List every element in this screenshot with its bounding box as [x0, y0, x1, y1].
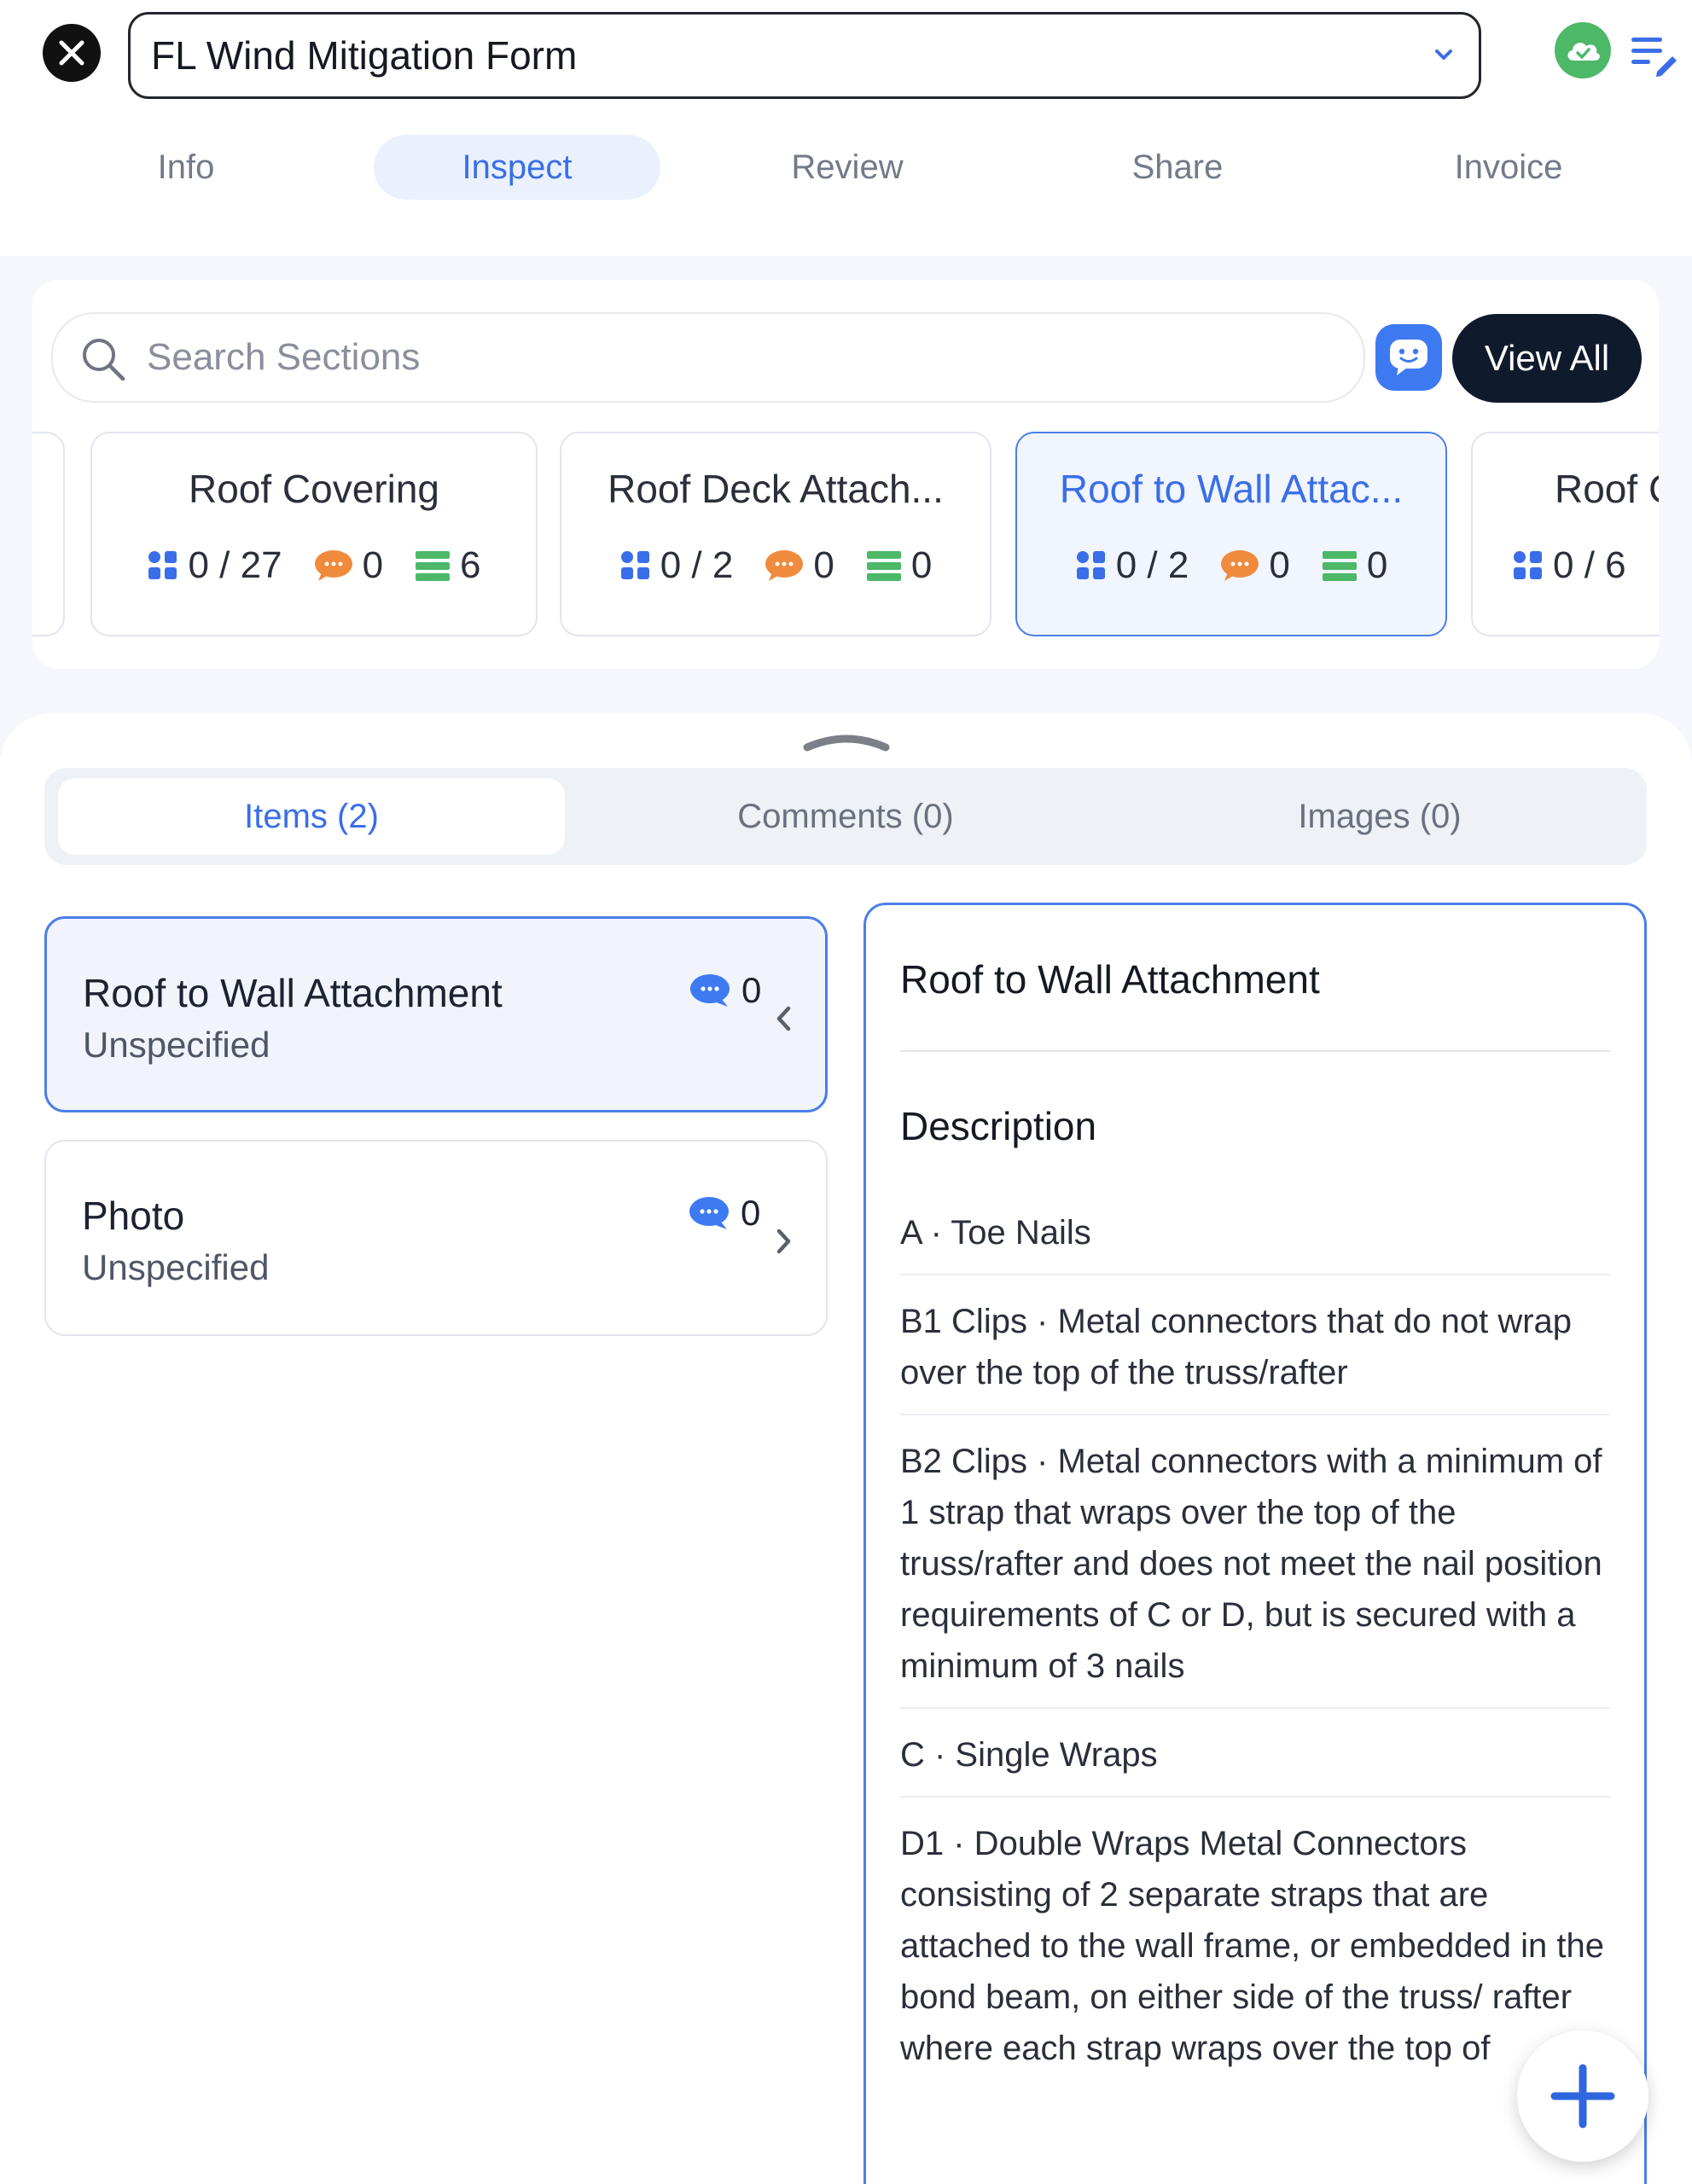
tab-share[interactable]: Share — [1092, 135, 1263, 200]
item-status: Unspecified — [82, 1247, 270, 1287]
sections-panel: View All Roof Covering 0 / 27 0 6 Roof D… — [32, 280, 1659, 669]
section-card-title: Roof to Wall Attac... — [1059, 467, 1404, 511]
comment-icon — [1221, 550, 1259, 581]
section-card-partial[interactable] — [32, 432, 65, 636]
search-input[interactable] — [147, 336, 1363, 379]
bottom-sheet: Items (2) Comments (0) Images (0) Roof t… — [0, 713, 1692, 2184]
comment-icon — [314, 550, 352, 581]
chat-button[interactable] — [1375, 324, 1442, 391]
option-b1[interactable]: B1 Clips · Metal connectors that do not … — [900, 1275, 1610, 1415]
tab-items[interactable]: Items (2) — [58, 778, 565, 855]
items-grid-icon — [1514, 551, 1542, 579]
chevron-right-icon — [776, 1228, 791, 1254]
search-icon — [83, 339, 125, 381]
comment-bubble-icon — [689, 1197, 729, 1229]
comments-count: 0 — [813, 544, 834, 586]
chat-bubble-icon — [1390, 340, 1427, 375]
section-card-roof-to-wall-attachment[interactable]: Roof to Wall Attac... 0 / 2 0 0 — [1015, 432, 1447, 636]
tab-invoice[interactable]: Invoice — [1423, 135, 1594, 200]
search-box[interactable] — [51, 312, 1365, 403]
comment-bubble-icon — [690, 974, 730, 1007]
section-card-roof-covering[interactable]: Roof Covering 0 / 27 0 6 — [90, 432, 538, 636]
comments-count: 0 — [362, 544, 384, 586]
option-b2[interactable]: B2 Clips · Metal connectors with a minim… — [900, 1415, 1610, 1709]
item-status: Unspecified — [83, 1025, 270, 1065]
description-options: A · Toe Nails B1 Clips · Metal connector… — [900, 1187, 1610, 2089]
form-select[interactable]: FL Wind Mitigation Form — [128, 12, 1481, 99]
main-tabs: Info Inspect Review Share Invoice — [0, 128, 1692, 213]
segmented-tabs: Items (2) Comments (0) Images (0) — [44, 768, 1647, 865]
detail-title: Roof to Wall Attachment — [900, 957, 1320, 1002]
cloud-check-icon[interactable] — [1555, 22, 1611, 78]
plus-icon — [1550, 2064, 1615, 2129]
list-item[interactable]: Roof to Wall Attachment Unspecified 0 — [44, 916, 828, 1112]
images-list-icon — [866, 551, 901, 581]
description-label: Description — [900, 1104, 1097, 1148]
comments-count: 0 — [1269, 544, 1290, 586]
comment-icon — [765, 550, 804, 581]
items-count: 0 / 27 — [188, 544, 282, 586]
form-title: FL Wind Mitigation Form — [151, 33, 578, 78]
items-count: 0 / 2 — [660, 544, 734, 586]
section-card-title: Roof Covering — [188, 467, 440, 511]
tab-images[interactable]: Images (0) — [1126, 778, 1633, 855]
list-edit-icon[interactable] — [1628, 31, 1679, 78]
item-name: Photo — [82, 1194, 185, 1238]
tab-info[interactable]: Info — [101, 135, 271, 200]
items-grid-icon — [148, 551, 177, 579]
section-card-roof-partial[interactable]: Roof C 0 / 6 — [1471, 432, 1659, 636]
view-all-button[interactable]: View All — [1452, 314, 1642, 403]
item-comment-count: 0 — [741, 970, 762, 1010]
tab-review[interactable]: Review — [762, 135, 933, 200]
top-bar: FL Wind Mitigation Form Info Inspect Rev… — [0, 0, 1692, 256]
item-detail-panel: Roof to Wall Attachment Description A · … — [863, 903, 1647, 2184]
images-count: 6 — [460, 544, 481, 586]
images-count: 0 — [1366, 544, 1388, 586]
tab-comments[interactable]: Comments (0) — [592, 778, 1099, 855]
divider — [900, 1050, 1610, 1052]
items-grid-icon — [1076, 551, 1105, 579]
close-button[interactable] — [43, 24, 101, 82]
add-button[interactable] — [1517, 2030, 1648, 2162]
items-count: 0 / 2 — [1115, 544, 1189, 586]
section-card-title: Roof C — [1555, 467, 1659, 511]
list-item[interactable]: Photo Unspecified 0 — [44, 1140, 828, 1336]
item-name: Roof to Wall Attachment — [83, 971, 503, 1015]
chevron-left-icon — [776, 1006, 791, 1031]
drag-handle-icon[interactable] — [802, 729, 891, 754]
option-d1[interactable]: D1 · Double Wraps Metal Connectors consi… — [900, 1798, 1610, 2089]
items-grid-icon — [620, 551, 649, 579]
chevron-down-icon — [1435, 49, 1452, 60]
items-count: 0 / 6 — [1553, 544, 1626, 586]
images-list-icon — [1322, 551, 1357, 581]
option-a[interactable]: A · Toe Nails — [900, 1187, 1610, 1275]
close-icon — [59, 40, 84, 66]
section-card-title: Roof Deck Attach... — [608, 467, 944, 511]
section-card-roof-deck-attachment[interactable]: Roof Deck Attach... 0 / 2 0 0 — [560, 432, 991, 636]
images-count: 0 — [910, 544, 933, 586]
images-list-icon — [416, 551, 451, 581]
item-comment-count: 0 — [741, 1193, 761, 1233]
option-c[interactable]: C · Single Wraps — [900, 1709, 1610, 1798]
tab-inspect[interactable]: Inspect — [374, 135, 660, 200]
